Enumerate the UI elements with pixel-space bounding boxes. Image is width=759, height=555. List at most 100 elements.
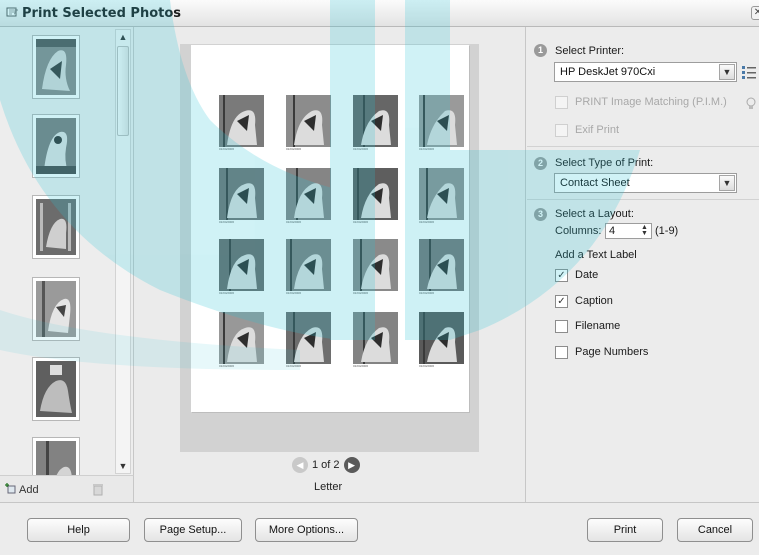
preview-photo-label: 01/04/2006 xyxy=(286,291,302,295)
preview-photo xyxy=(286,95,331,147)
preview-photo xyxy=(286,168,331,220)
preview-photo-label: 01/04/2006 xyxy=(353,147,369,151)
contact-sheet-photo: 01/04/2006 xyxy=(419,239,464,299)
contact-sheet-photo: 01/04/2006 xyxy=(419,95,464,155)
contact-sheet-photo: 01/04/2006 xyxy=(353,312,398,372)
photo-thumbnail xyxy=(36,39,76,95)
window-title: Print Selected Photos xyxy=(22,6,182,21)
scroll-up-arrow-icon[interactable]: ▲ xyxy=(116,30,130,44)
filename-label: Filename xyxy=(575,320,621,332)
contact-sheet-photo: 01/04/2006 xyxy=(286,312,331,372)
preview-photo xyxy=(353,168,398,220)
preview-photo xyxy=(353,312,398,364)
preview-photo-label: 01/04/2006 xyxy=(353,291,369,295)
add-text-label-heading: Add a Text Label xyxy=(555,249,637,261)
trash-icon[interactable] xyxy=(92,483,104,496)
help-button[interactable]: Help xyxy=(27,518,130,542)
chevron-down-icon: ▼ xyxy=(719,175,735,191)
button-bar: Help Page Setup... More Options... Print… xyxy=(0,502,759,555)
photo-thumbnail xyxy=(36,281,76,337)
print-button[interactable]: Print xyxy=(587,518,663,542)
title-bar: Print Selected Photos ✕ xyxy=(0,0,759,27)
photo-thumbnail xyxy=(36,118,76,174)
cancel-button[interactable]: Cancel xyxy=(677,518,753,542)
page-navigator: ◀ 1 of 2 ▶ xyxy=(292,457,360,473)
thumbnail[interactable] xyxy=(32,195,80,259)
preview-photo xyxy=(219,95,264,147)
preview-photo xyxy=(219,168,264,220)
preview-photo-label: 01/04/2006 xyxy=(353,220,369,224)
caption-checkbox[interactable]: ✓ xyxy=(555,295,568,308)
printer-dropdown[interactable]: HP DeskJet 970Cxi ▼ xyxy=(554,62,737,82)
thumbnail[interactable] xyxy=(32,357,80,421)
contact-sheet-photo: 01/04/2006 xyxy=(286,95,331,155)
preview-photo-label: 01/04/2006 xyxy=(419,364,435,368)
stepper-arrows-icon[interactable]: ▲ ▼ xyxy=(639,224,650,237)
thumbnail[interactable] xyxy=(32,114,80,178)
photo-thumbnail xyxy=(36,361,76,417)
columns-stepper[interactable]: 4 ▲ ▼ xyxy=(605,223,652,239)
step-3-badge: 3 xyxy=(534,208,547,221)
exif-print-checkbox[interactable] xyxy=(555,124,568,137)
thumbnail[interactable] xyxy=(32,35,80,99)
print-preview-pane: 01/04/2006 01/04/2006 01/04/2006 01/04/2006… xyxy=(134,27,526,502)
pim-label: PRINT Image Matching (P.I.M.) xyxy=(575,96,727,108)
preview-photo-label: 01/04/2006 xyxy=(286,147,302,151)
page-numbers-label: Page Numbers xyxy=(575,346,649,358)
pim-checkbox[interactable] xyxy=(555,96,568,109)
chevron-down-icon: ▼ xyxy=(719,64,735,80)
print-type-value: Contact Sheet xyxy=(560,177,630,189)
close-button[interactable]: ✕ xyxy=(751,6,759,20)
thumbnail[interactable] xyxy=(32,437,80,475)
date-checkbox[interactable]: ✓ xyxy=(555,269,568,282)
preview-page: 01/04/2006 01/04/2006 01/04/2006 01/04/2006… xyxy=(191,45,469,412)
preview-photo xyxy=(286,312,331,364)
preview-photo-label: 01/04/2006 xyxy=(219,291,235,295)
select-layout-title: Select a Layout: xyxy=(555,208,634,220)
add-label: Add xyxy=(19,484,39,496)
printer-list-icon[interactable] xyxy=(741,64,757,80)
preview-photo xyxy=(219,312,264,364)
print-type-dropdown[interactable]: Contact Sheet ▼ xyxy=(554,173,737,193)
exif-print-label: Exif Print xyxy=(575,124,620,136)
preview-photo-label: 01/04/2006 xyxy=(419,147,435,151)
preview-photo xyxy=(419,312,464,364)
preview-photo-label: 01/04/2006 xyxy=(286,364,302,368)
columns-range: (1-9) xyxy=(655,225,679,237)
columns-value: 4 xyxy=(609,225,616,237)
step-2-badge: 2 xyxy=(534,157,547,170)
page-setup-button[interactable]: Page Setup... xyxy=(144,518,242,542)
thumbnail-pane: ▲ ▼ xyxy=(0,27,134,475)
preview-photo-label: 01/04/2006 xyxy=(286,220,302,224)
contact-sheet-photo: 01/04/2006 xyxy=(353,95,398,155)
columns-label: Columns: xyxy=(555,225,602,237)
contact-sheet-photo: 01/04/2006 xyxy=(286,239,331,299)
date-label: Date xyxy=(575,269,599,281)
more-options-button[interactable]: More Options... xyxy=(255,518,358,542)
next-page-button[interactable]: ▶ xyxy=(343,457,360,473)
section-divider xyxy=(527,146,759,147)
previous-page-button[interactable]: ◀ xyxy=(292,457,308,473)
contact-sheet-photo: 01/04/2006 xyxy=(219,95,264,155)
contact-sheet-photo: 01/04/2006 xyxy=(353,168,398,228)
thumbnail-scrollbar[interactable]: ▲ ▼ xyxy=(115,29,131,474)
printer-value: HP DeskJet 970Cxi xyxy=(560,66,656,78)
contact-sheet-photo: 01/04/2006 xyxy=(419,312,464,372)
thumbnail-list xyxy=(0,27,112,475)
filename-checkbox[interactable] xyxy=(555,320,568,333)
thumbnail[interactable] xyxy=(32,277,80,341)
scrollbar-thumb[interactable] xyxy=(117,46,129,136)
step-1-badge: 1 xyxy=(534,44,547,57)
photo-thumbnail xyxy=(36,199,76,255)
preview-photo xyxy=(219,239,264,291)
preview-photo-label: 01/04/2006 xyxy=(353,364,369,368)
lightbulb-icon[interactable] xyxy=(746,97,756,111)
photo-thumbnail xyxy=(36,441,76,475)
page-numbers-checkbox[interactable] xyxy=(555,346,568,359)
preview-photo-label: 01/04/2006 xyxy=(219,147,235,151)
scroll-down-arrow-icon[interactable]: ▼ xyxy=(116,459,130,473)
options-pane: 1 Select Printer: HP DeskJet 970Cxi ▼ PR… xyxy=(527,27,759,502)
preview-photo xyxy=(353,95,398,147)
add-photo-button[interactable]: Add xyxy=(5,483,39,496)
section-divider xyxy=(527,199,759,200)
